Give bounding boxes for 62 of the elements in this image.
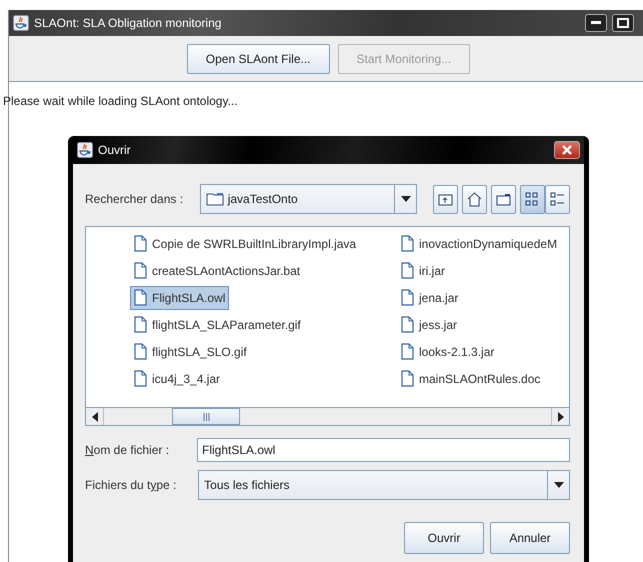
list-view-icon [525, 192, 540, 206]
maximize-button[interactable] [612, 14, 634, 32]
file-icon [134, 343, 147, 360]
dialog-title: Ouvrir [98, 143, 132, 157]
file-item[interactable]: looks-2.1.3.jar [397, 340, 498, 364]
file-name-field[interactable]: FlightSLA.owl [196, 438, 570, 462]
look-in-dropdown[interactable]: javaTestOnto [200, 184, 417, 214]
file-icon [401, 262, 414, 279]
file-icon [134, 370, 147, 387]
file-name-label: Nom de fichier : [85, 443, 170, 457]
file-icon [401, 316, 414, 333]
file-item[interactable]: createSLAontActionsJar.bat [130, 258, 304, 282]
up-folder-button[interactable] [433, 184, 458, 214]
folder-icon [496, 192, 511, 206]
list-view-button[interactable] [520, 184, 545, 214]
open-button[interactable]: Ouvrir [404, 522, 484, 554]
file-icon [134, 262, 147, 279]
caret-icon [554, 482, 564, 488]
minimize-button[interactable] [585, 14, 607, 32]
horizontal-scrollbar[interactable] [86, 407, 569, 425]
file-item[interactable]: flightSLA_SLO.gif [130, 340, 251, 364]
home-icon [467, 192, 482, 206]
file-icon [401, 235, 414, 252]
file-item[interactable]: jess.jar [397, 312, 462, 336]
file-icon [134, 316, 147, 333]
open-file-button[interactable]: Open SLAont File... [186, 44, 330, 74]
new-folder-button[interactable] [491, 184, 516, 214]
cancel-button[interactable]: Annuler [490, 522, 570, 554]
close-button[interactable] [554, 141, 580, 159]
file-type-dropdown[interactable]: Tous les fichiers [198, 470, 570, 500]
file-item[interactable]: Copie de SWRLBuiltInLibraryImpl.java [130, 232, 360, 256]
file-item[interactable]: flightSLA_SLAParameter.gif [130, 312, 305, 336]
minimize-icon [591, 21, 601, 25]
details-view-button[interactable] [545, 184, 570, 214]
file-icon [134, 235, 147, 252]
file-item[interactable]: mainSLAOntRules.doc [397, 366, 544, 390]
status-text: Please wait while loading SLAont ontology... [3, 94, 238, 108]
file-item[interactable]: iri.jar [397, 258, 449, 282]
caret-icon [400, 196, 410, 202]
file-item[interactable]: jena.jar [397, 286, 462, 310]
java-icon [77, 142, 93, 158]
file-item[interactable]: icu4j_3_4.jar [130, 366, 224, 390]
file-type-label: Fichiers du type : [85, 478, 178, 492]
file-item[interactable]: FlightSLA.owl [130, 286, 230, 310]
file-icon [134, 289, 147, 306]
folder-icon [206, 192, 224, 206]
look-in-label: Rechercher dans : [85, 192, 184, 206]
left-arrow-icon [92, 412, 98, 422]
window-title: SLAOnt: SLA Obligation monitoring [34, 16, 222, 30]
scroll-thumb[interactable] [172, 408, 240, 425]
file-item[interactable]: inovactionDynamiquedeM [397, 232, 562, 256]
java-icon [13, 15, 29, 31]
maximize-icon [617, 18, 629, 28]
right-arrow-icon [558, 412, 564, 422]
file-icon [401, 370, 414, 387]
details-view-icon [550, 192, 565, 206]
home-button[interactable] [462, 184, 487, 214]
close-icon [562, 145, 572, 155]
file-icon [401, 289, 414, 306]
file-icon [401, 343, 414, 360]
up-folder-icon [438, 192, 453, 206]
folder-name: javaTestOnto [228, 192, 298, 206]
